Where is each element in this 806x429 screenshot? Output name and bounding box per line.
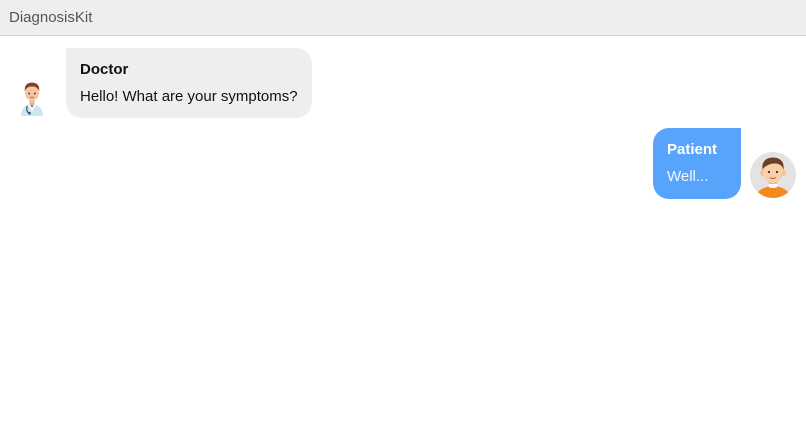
message-sender: Doctor bbox=[80, 61, 129, 78]
chat-area[interactable]: Doctor Hello! What are your symptoms? Pa… bbox=[0, 37, 806, 429]
message-text: Well... bbox=[667, 168, 709, 185]
patient-message-bubble: Patient Well... bbox=[653, 128, 741, 199]
doctor-avatar-icon bbox=[8, 72, 56, 120]
top-bar: DiagnosisKit bbox=[0, 0, 806, 36]
app-title: DiagnosisKit bbox=[9, 9, 93, 26]
doctor-message-bubble: Doctor Hello! What are your symptoms? bbox=[66, 48, 312, 118]
patient-avatar-icon bbox=[749, 151, 797, 199]
message-text: Hello! What are your symptoms? bbox=[80, 88, 298, 105]
message-sender: Patient bbox=[667, 141, 718, 158]
chat-app: DiagnosisKit Doctor Hello! What are your… bbox=[0, 0, 806, 429]
